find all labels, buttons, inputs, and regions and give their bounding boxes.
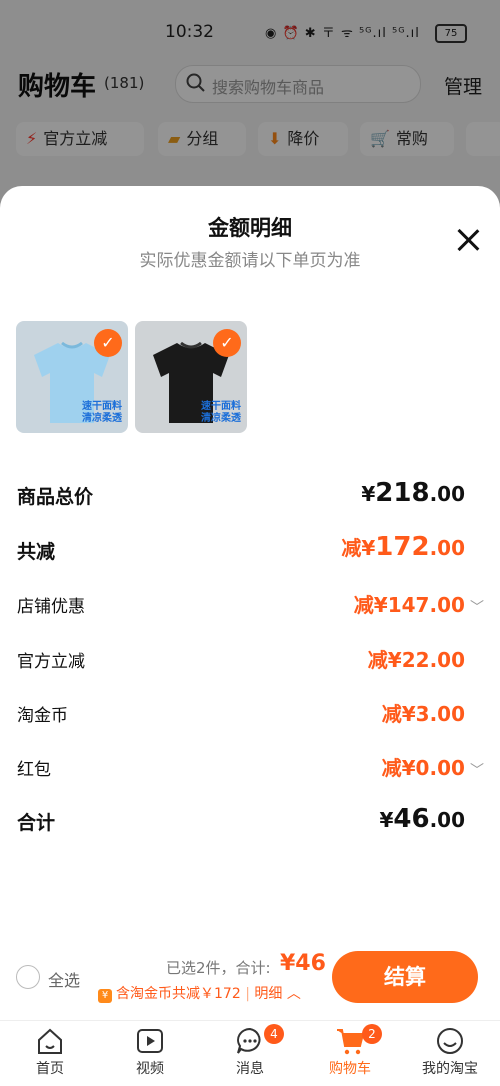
cart-badge: 2 [362, 1024, 382, 1044]
total-price-label: 商品总价 [17, 486, 94, 508]
tab-home[interactable]: 首页 [0, 1026, 100, 1078]
selected-info: 已选2件，合计: [166, 959, 271, 977]
product-thumb-blue[interactable]: ✓ 速干面料 清凉柔透 [16, 321, 128, 433]
total-price-value: ¥218.00 [361, 478, 465, 508]
video-icon [137, 1029, 163, 1053]
sum-value: ¥46.00 [379, 804, 465, 834]
store-coupon-label: 店铺优惠 [17, 597, 85, 617]
tab-video[interactable]: 视频 [100, 1026, 200, 1078]
tab-label: 消息 [236, 1061, 264, 1077]
store-coupon-value[interactable]: 减¥147.00 ﹀ [354, 589, 484, 618]
taojinbi-value: 减¥3.00 [381, 702, 465, 726]
tab-cart[interactable]: 2 购物车 [300, 1024, 400, 1078]
home-icon [38, 1028, 62, 1054]
chevron-down-icon: ﹀ [470, 763, 484, 779]
checkout-button[interactable]: 结算 [332, 951, 478, 1003]
tab-messages[interactable]: 4 消息 [200, 1024, 300, 1078]
coin-icon: ¥ [98, 989, 112, 1003]
total-discount-value: 减¥172.00 [341, 532, 465, 562]
chevron-up-icon: ︿ [286, 986, 301, 1002]
tab-label: 首页 [36, 1061, 64, 1077]
select-all-radio[interactable] [16, 965, 40, 989]
sheet-title: 金额明细 [208, 216, 292, 240]
sum-label: 合计 [17, 812, 56, 834]
tab-label: 我的淘宝 [422, 1061, 478, 1077]
total-discount-label: 共减 [17, 541, 56, 563]
coin-discount-note[interactable]: ¥ 含淘金币共减￥172 | 明细 ︿ [98, 983, 301, 1003]
tab-label: 视频 [136, 1061, 164, 1077]
taojinbi-label: 淘金币 [17, 706, 68, 726]
red-packet-value[interactable]: 减¥0.00 ﹀ [382, 752, 484, 781]
official-discount-value: 减¥22.00 [367, 648, 465, 672]
selected-check-icon[interactable]: ✓ [94, 329, 122, 357]
product-tag: 速干面料 清凉柔透 [82, 401, 122, 424]
select-all-label[interactable]: 全选 [48, 967, 80, 991]
product-thumb-black[interactable]: ✓ 速干面料 清凉柔透 [135, 321, 247, 433]
cart-icon [337, 1029, 365, 1055]
total-amount: ¥46 [280, 951, 326, 976]
message-icon [237, 1027, 261, 1054]
detail-link[interactable]: 明细 [254, 986, 282, 1002]
product-tag: 速干面料 清凉柔透 [201, 401, 241, 424]
message-badge: 4 [264, 1024, 284, 1044]
selected-check-icon[interactable]: ✓ [213, 329, 241, 357]
tab-label: 购物车 [329, 1061, 371, 1077]
sheet-subtitle: 实际优惠金额请以下单页为准 [139, 251, 361, 271]
tab-my-taobao[interactable]: 我的淘宝 [400, 1026, 500, 1078]
chevron-down-icon: ﹀ [470, 600, 484, 616]
official-discount-label: 官方立减 [17, 652, 85, 672]
close-icon[interactable] [454, 226, 482, 254]
red-packet-label: 红包 [17, 760, 51, 780]
profile-icon [437, 1028, 463, 1054]
